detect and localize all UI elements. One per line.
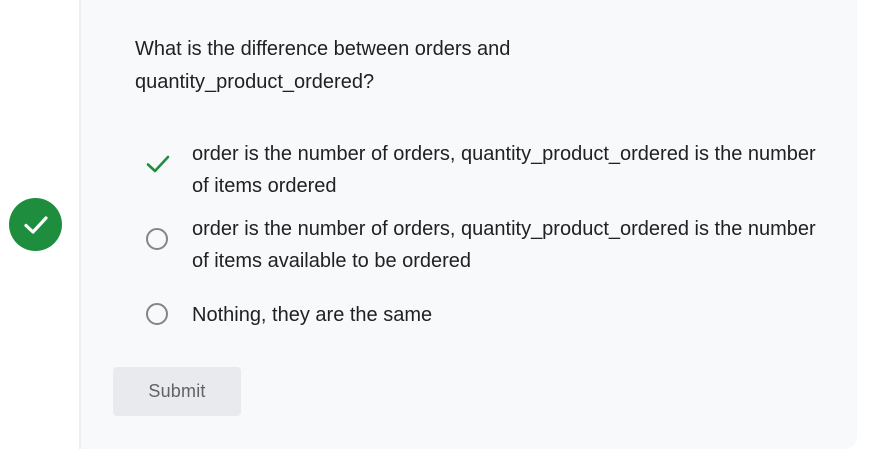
submit-button[interactable]: Submit — [113, 367, 241, 416]
option-label: order is the number of orders, quantity_… — [192, 218, 816, 272]
quiz-page: What is the difference between orders an… — [0, 0, 890, 461]
option-label: order is the number of orders, quantity_… — [192, 143, 816, 197]
question-text: What is the difference between orders an… — [135, 38, 511, 93]
check-mark-icon — [23, 215, 48, 234]
option-label: Nothing, they are the same — [192, 304, 433, 326]
correct-check-icon — [145, 151, 171, 177]
radio-button[interactable] — [146, 228, 168, 250]
check-circle-icon — [9, 198, 62, 251]
radio-button[interactable] — [146, 303, 168, 325]
